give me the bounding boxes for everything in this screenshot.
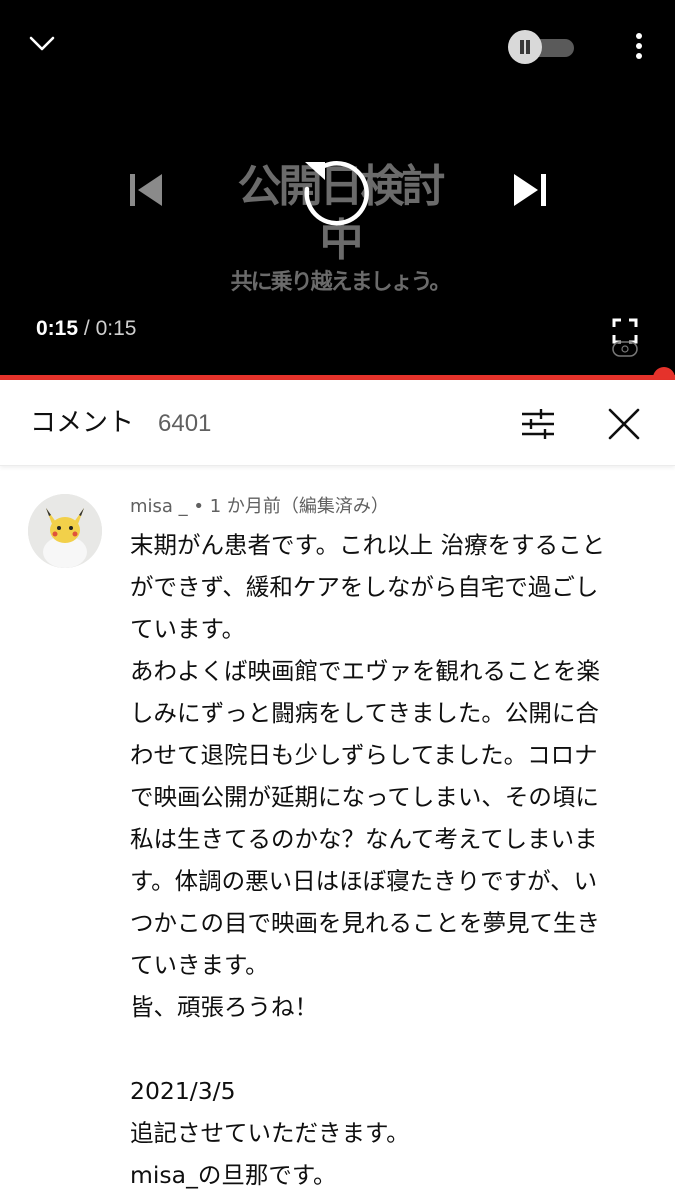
comments-title: コメント [30, 408, 135, 438]
comment-line: しみにずっと闘病をしてきました。公開に合 [130, 699, 599, 727]
watermark-badge-icon [612, 340, 638, 358]
comment-line: で映画公開が延期になってしまい、その頃に [130, 783, 599, 811]
meta-separator: • [187, 496, 210, 517]
duration: 0:15 [95, 317, 137, 340]
comments-header: コメント 6401 [0, 380, 675, 466]
sort-filter-icon[interactable] [516, 402, 560, 446]
comment-line: ていきます。 [130, 951, 269, 979]
comment-line: 私は生きてるのかな？なんて考えてしまいま [130, 825, 598, 853]
comment-line: ができず、緩和ケアをしながら自宅で過ごし [130, 573, 599, 601]
comment-line: 追記させていただきます。 [130, 1119, 410, 1147]
comment-line: 皆、頑張ろうね！ [130, 993, 318, 1021]
comments-count: 6401 [158, 410, 212, 437]
comment-line: 末期がん患者です。これ以上 治療をすること [130, 531, 606, 559]
more-vert-icon[interactable] [622, 26, 656, 66]
autoplay-toggle[interactable] [508, 30, 576, 64]
comment-line: あわよくば映画館でエヴァを観れることを楽 [130, 657, 600, 685]
avatar-icon [28, 494, 102, 568]
time-display: 0:15 / 0:15 [36, 316, 136, 342]
close-icon[interactable] [602, 402, 646, 446]
skip-next-icon[interactable] [510, 170, 550, 210]
video-player[interactable]: 公開日検討中 共に乗り越えましょう。 0:15 / 0:15 [0, 0, 675, 378]
avatar[interactable] [28, 494, 102, 568]
comment-time: 1 か月前 [209, 496, 281, 517]
comment-edited: （編集済み） [280, 496, 389, 517]
chevron-down-icon[interactable] [22, 22, 62, 62]
comment-line: わせて退院日も少しずらしてました。コロナ [130, 741, 598, 769]
comment-line: misa_の旦那です。 [130, 1161, 337, 1189]
time-separator: / [83, 317, 90, 340]
comment-meta: misa _ • 1 か月前（編集済み） [130, 494, 389, 520]
current-time: 0:15 [36, 317, 79, 340]
comment-line: 2021/3/5 [130, 1077, 236, 1105]
pause-icon [508, 30, 542, 64]
comment-author[interactable]: misa _ [130, 496, 188, 517]
comment-line: つかこの目で映画を見れることを夢見て生き [130, 909, 600, 937]
comment-line: ています。 [130, 615, 246, 643]
comment-body: 末期がん患者です。これ以上 治療をすること ができず、緩和ケアをしながら自宅で過… [130, 524, 650, 1196]
frame-text-line2: 共に乗り越えましょう。 [230, 269, 452, 295]
replay-icon[interactable] [298, 150, 376, 228]
skip-previous-icon[interactable] [126, 170, 166, 210]
comment-line: す。体調の悪い日はほぼ寝たきりですが、い [130, 867, 598, 895]
